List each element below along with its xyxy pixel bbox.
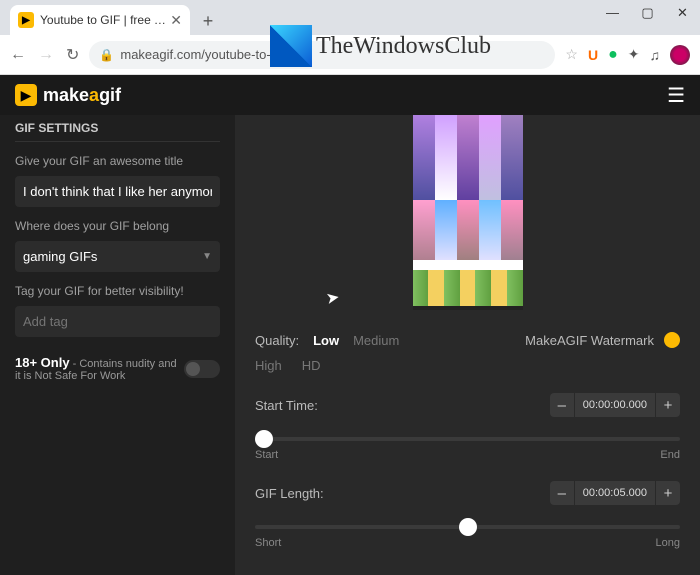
window-maximize-button[interactable]: ▢ [630,0,665,25]
start-time-label: Start Time: [255,398,318,413]
length-minus-button[interactable]: – [550,481,574,505]
browser-tab[interactable]: ▶ Youtube to GIF | free YouTube to ✕ [10,5,190,35]
tab-close-icon[interactable]: ✕ [170,12,182,29]
sidebar-section-header: GIF SETTINGS [15,115,220,142]
start-slider-right-label: End [660,449,680,461]
start-time-stepper: – 00:00:00.000 + [550,393,680,417]
quality-hd[interactable]: HD [302,358,321,373]
watermark-toggle[interactable] [664,332,680,348]
lock-icon: 🔒 [99,48,114,62]
length-value[interactable]: 00:00:05.000 [575,481,655,505]
quality-high[interactable]: High [255,358,282,373]
menu-hamburger-icon[interactable]: ☰ [667,83,685,108]
start-time-plus-button[interactable]: + [656,393,680,417]
tag-label: Tag your GIF for better visibility! [15,284,220,298]
start-slider-left-label: Start [255,449,278,461]
bookmark-star-icon[interactable]: ☆ [565,46,578,63]
logo-text: makeagif [43,85,121,106]
chevron-down-icon: ▼ [202,251,212,262]
gif-length-stepper: – 00:00:05.000 + [550,481,680,505]
logo-play-icon: ▶ [15,84,37,106]
adult-label: 18+ Only - Contains nudity and it is Not… [15,355,184,382]
tab-title: Youtube to GIF | free YouTube to [40,13,170,27]
length-slider-right-label: Long [656,537,680,549]
category-label: Where does your GIF belong [15,219,220,233]
app-header: ▶ makeagif ☰ [0,75,700,115]
main-panel: Quality: Low Medium MakeAGIF Watermark H… [235,115,700,575]
video-preview[interactable] [413,115,523,310]
extension-u-icon[interactable]: U [588,47,598,63]
extensions-puzzle-icon[interactable]: ✦ [628,46,640,63]
category-select[interactable]: gaming GIFs ▼ [15,241,220,272]
length-plus-button[interactable]: + [656,481,680,505]
watermark-label: MakeAGIF Watermark [525,333,654,348]
quality-label: Quality: [255,333,299,348]
url-text: makeagif.com/youtube-to-gif [120,47,284,62]
nav-forward-icon[interactable]: → [38,46,54,64]
extension-grammarly-icon[interactable]: ● [608,46,618,64]
gif-length-label: GIF Length: [255,486,324,501]
gif-length-slider[interactable] [255,525,680,529]
start-time-value[interactable]: 00:00:00.000 [575,393,655,417]
nav-back-icon[interactable]: ← [10,46,26,64]
length-slider-left-label: Short [255,537,281,549]
start-slider-handle[interactable] [255,430,273,448]
extension-music-icon[interactable]: ♫ [650,47,661,63]
window-close-button[interactable]: ✕ [665,0,700,25]
quality-low[interactable]: Low [313,333,339,348]
start-time-slider[interactable] [255,437,680,441]
watermark-overlay: TheWindowsClub [270,25,491,67]
title-label: Give your GIF an awesome title [15,154,220,168]
overlay-logo-text: TheWindowsClub [316,33,491,60]
new-tab-button[interactable]: + [194,7,222,35]
tag-input[interactable] [15,306,220,337]
length-slider-handle[interactable] [459,518,477,536]
window-minimize-button[interactable]: — [595,0,630,25]
settings-sidebar: GIF SETTINGS Give your GIF an awesome ti… [0,115,235,575]
category-value: gaming GIFs [23,249,97,264]
overlay-logo-icon [270,25,312,67]
gif-title-input[interactable] [15,176,220,207]
quality-medium[interactable]: Medium [353,333,399,348]
tab-favicon-icon: ▶ [18,12,34,28]
profile-avatar[interactable] [670,45,690,65]
start-time-minus-button[interactable]: – [550,393,574,417]
app-logo[interactable]: ▶ makeagif [15,84,121,106]
adult-toggle[interactable] [184,360,220,378]
nav-reload-icon[interactable]: ↻ [66,45,79,65]
